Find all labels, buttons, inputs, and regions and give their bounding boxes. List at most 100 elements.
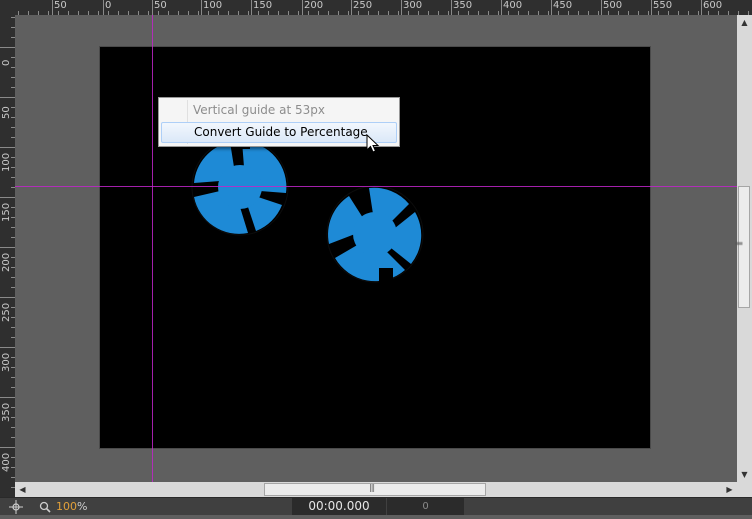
ruler-major-tick <box>103 0 104 15</box>
ruler-minor-tick <box>11 187 15 188</box>
horizontal-ruler[interactable]: 50 0 50 100 150 200 250 300 350 400 450 500 550 600 <box>15 0 752 15</box>
vertical-ruler[interactable]: 050100150200250300350400450 <box>0 15 15 497</box>
ruler-minor-tick <box>338 11 339 15</box>
ruler-minor-tick <box>618 11 619 15</box>
ruler-minor-tick <box>268 11 269 15</box>
ruler-label: 250 <box>1 302 12 322</box>
ruler-minor-tick <box>11 207 15 208</box>
ruler-minor-tick <box>158 11 159 15</box>
ruler-label: 500 <box>603 0 623 11</box>
ruler-minor-tick <box>718 11 719 15</box>
ruler-label: 600 <box>703 0 723 11</box>
ruler-minor-tick <box>28 11 29 15</box>
ruler-minor-tick <box>478 11 479 15</box>
vertical-scrollbar[interactable]: ▲ ||| ▼ <box>735 15 752 482</box>
ruler-minor-tick <box>518 11 519 15</box>
ruler-minor-tick <box>118 11 119 15</box>
ruler-minor-tick <box>11 457 15 458</box>
ruler-major-tick <box>601 0 602 15</box>
vertical-scroll-thumb[interactable]: ||| <box>735 186 750 308</box>
scrollbar-corner <box>737 482 752 497</box>
ruler-minor-tick <box>11 427 15 428</box>
ruler-label: 350 <box>453 0 473 11</box>
ruler-minor-tick <box>308 11 309 15</box>
zoom-unit: % <box>77 500 88 513</box>
ruler-label: 0 <box>1 59 12 66</box>
horizontal-scrollbar[interactable]: ◀ ||| ▶ <box>15 482 737 497</box>
ruler-minor-tick <box>11 447 15 448</box>
horizontal-scroll-thumb[interactable]: ||| <box>264 483 486 496</box>
ruler-label: 50 <box>54 0 67 11</box>
arrow-cursor-icon <box>366 134 380 153</box>
ruler-label: 300 <box>1 352 12 372</box>
ruler-minor-tick <box>11 337 15 338</box>
ruler-label: 450 <box>553 0 573 11</box>
ruler-minor-tick <box>11 297 15 298</box>
ruler-minor-tick <box>258 11 259 15</box>
ruler-minor-tick <box>11 17 15 18</box>
ruler-minor-tick <box>11 287 15 288</box>
ruler-label: 50 <box>154 0 167 11</box>
horizontal-guide[interactable] <box>15 186 737 187</box>
ruler-minor-tick <box>11 237 15 238</box>
zoom-icon[interactable] <box>39 498 51 515</box>
ruler-minor-tick <box>218 11 219 15</box>
scroll-down-arrow-icon[interactable]: ▼ <box>737 467 752 482</box>
ruler-minor-tick <box>88 11 89 15</box>
ruler-minor-tick <box>668 11 669 15</box>
ruler-minor-tick <box>48 11 49 15</box>
ruler-minor-tick <box>11 77 15 78</box>
ruler-label: 200 <box>304 0 324 11</box>
ruler-minor-tick <box>358 11 359 15</box>
ruler-minor-tick <box>11 477 15 478</box>
ruler-minor-tick <box>11 397 15 398</box>
ruler-minor-tick <box>11 417 15 418</box>
ruler-label: 400 <box>1 452 12 472</box>
menu-item-convert-guide-to-percentage[interactable]: Convert Guide to Percentage <box>161 122 397 143</box>
scroll-right-arrow-icon[interactable]: ▶ <box>722 482 737 497</box>
scroll-up-arrow-icon[interactable]: ▲ <box>737 15 752 30</box>
ruler-major-tick <box>52 0 53 15</box>
frame-field[interactable]: 0 <box>387 498 464 515</box>
ruler-minor-tick <box>11 407 15 408</box>
ruler-minor-tick <box>708 11 709 15</box>
ruler-minor-tick <box>58 11 59 15</box>
ruler-minor-tick <box>578 11 579 15</box>
ruler-label: 400 <box>503 0 523 11</box>
status-bar: 100 % 00:00.000 0 <box>0 497 752 515</box>
ruler-minor-tick <box>208 11 209 15</box>
guide-context-menu: Vertical guide at 53px Convert Guide to … <box>158 97 400 147</box>
ruler-minor-tick <box>11 67 15 68</box>
ruler-minor-tick <box>11 87 15 88</box>
scroll-left-arrow-icon[interactable]: ◀ <box>15 482 30 497</box>
vertical-guide[interactable] <box>152 15 153 482</box>
ruler-minor-tick <box>278 11 279 15</box>
gear-shape-2[interactable] <box>326 185 424 284</box>
ruler-minor-tick <box>138 11 139 15</box>
ruler-minor-tick <box>608 11 609 15</box>
ruler-minor-tick <box>11 167 15 168</box>
ruler-minor-tick <box>318 11 319 15</box>
ruler-minor-tick <box>408 11 409 15</box>
ruler-minor-tick <box>168 11 169 15</box>
ruler-major-tick <box>651 0 652 15</box>
ruler-minor-tick <box>98 11 99 15</box>
ruler-minor-tick <box>11 57 15 58</box>
ruler-minor-tick <box>11 307 15 308</box>
timecode-display[interactable]: 00:00.000 <box>292 498 386 515</box>
ruler-minor-tick <box>198 11 199 15</box>
ruler-major-tick <box>401 0 402 15</box>
ruler-minor-tick <box>418 11 419 15</box>
ruler-minor-tick <box>528 11 529 15</box>
ruler-major-tick <box>501 0 502 15</box>
ruler-minor-tick <box>11 37 15 38</box>
pan-icon[interactable] <box>9 498 23 515</box>
ruler-label: 250 <box>353 0 373 11</box>
ruler-minor-tick <box>108 11 109 15</box>
ruler-minor-tick <box>368 11 369 15</box>
zoom-value[interactable]: 100 <box>56 498 77 515</box>
ruler-minor-tick <box>38 11 39 15</box>
ruler-minor-tick <box>628 11 629 15</box>
ruler-minor-tick <box>178 11 179 15</box>
ruler-minor-tick <box>548 11 549 15</box>
